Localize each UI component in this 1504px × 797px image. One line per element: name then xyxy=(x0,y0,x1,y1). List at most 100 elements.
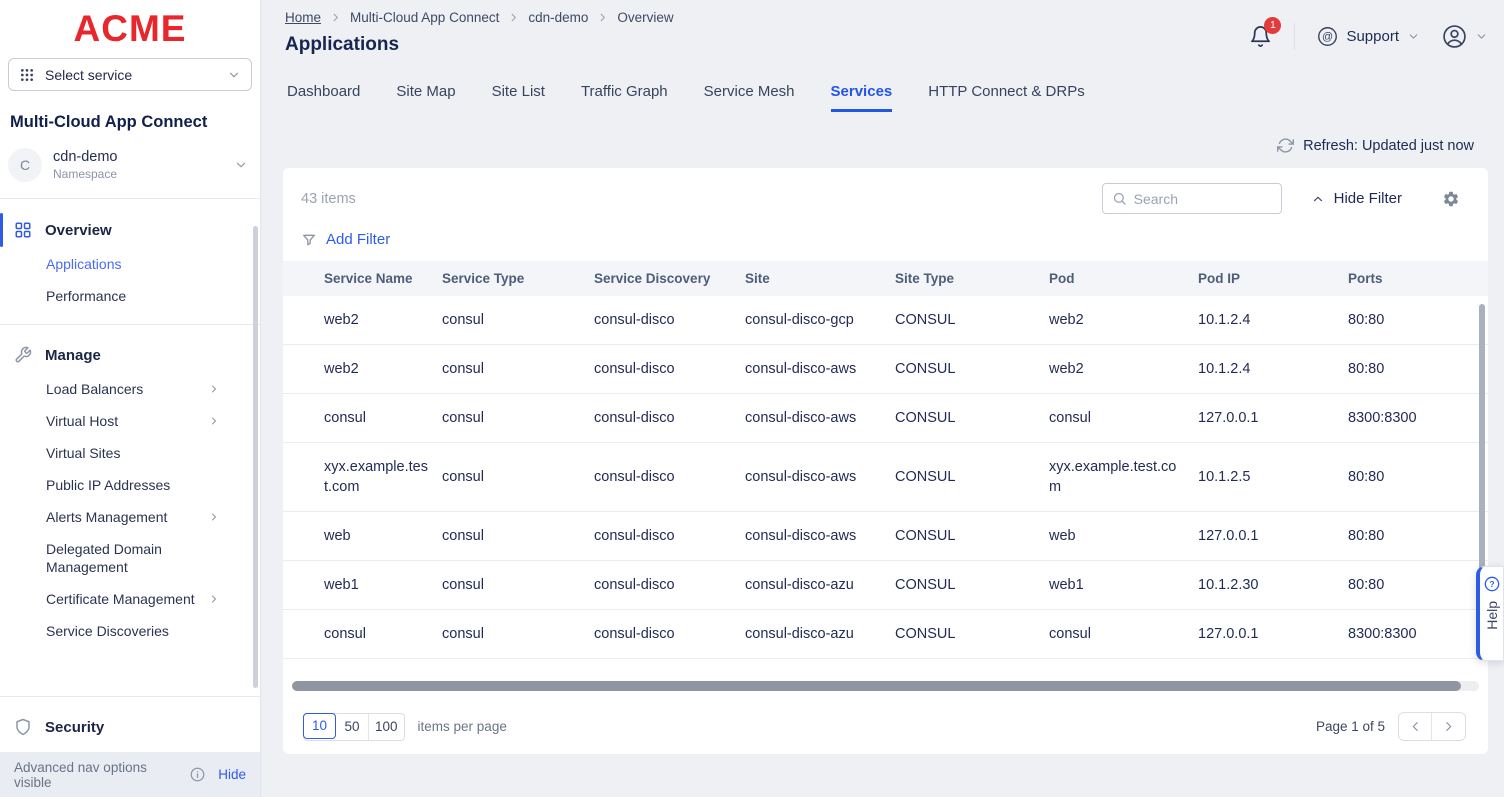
namespace-avatar: C xyxy=(8,148,42,182)
chevron-right-icon xyxy=(208,415,220,427)
next-page-button[interactable] xyxy=(1432,713,1465,740)
chevron-down-icon xyxy=(1475,30,1488,43)
table-cell: 127.0.0.1 xyxy=(1198,512,1348,561)
column-header: Service Discovery xyxy=(594,261,745,296)
column-header: Pod IP xyxy=(1198,261,1348,296)
table-header: Service Name Service Type Service Discov… xyxy=(283,261,1488,296)
sidebar-item-delegated-domain-management[interactable]: Delegated Domain Management xyxy=(0,533,240,583)
breadcrumb-item[interactable]: cdn-demo xyxy=(528,10,588,25)
tab-traffic-graph[interactable]: Traffic Graph xyxy=(581,83,668,112)
table-cell: consul-disco xyxy=(594,345,745,394)
table-cell: consul-disco xyxy=(594,610,745,659)
column-header: Ports xyxy=(1348,261,1488,296)
chevron-down-icon xyxy=(1407,30,1420,43)
page-size-10[interactable]: 10 xyxy=(303,713,336,739)
table-cell: web xyxy=(1049,512,1198,561)
panel-header: 43 items Hide Filter xyxy=(283,168,1488,214)
account-menu[interactable] xyxy=(1442,24,1488,49)
security-block: Security xyxy=(0,684,260,752)
refresh-icon[interactable] xyxy=(1277,137,1294,154)
table-cell: consul-disco-gcp xyxy=(745,296,895,345)
tab-bar: Dashboard Site Map Site List Traffic Gra… xyxy=(261,56,1504,112)
hide-nav-link[interactable]: Hide xyxy=(218,767,246,782)
table-cell: consul xyxy=(442,443,594,512)
shield-icon xyxy=(14,718,32,736)
sidebar-item-applications[interactable]: Applications xyxy=(0,248,240,280)
table-cell: consul xyxy=(442,296,594,345)
divider xyxy=(0,324,260,325)
table-cell: 127.0.0.1 xyxy=(1198,610,1348,659)
select-service-dropdown[interactable]: Select service xyxy=(8,58,252,91)
sidebar-item-virtual-sites[interactable]: Virtual Sites xyxy=(0,437,240,469)
namespace-selector[interactable]: C cdn-demo Namespace xyxy=(0,144,260,199)
notifications-button[interactable]: 1 xyxy=(1249,25,1272,48)
hide-filter-button[interactable]: Hide Filter xyxy=(1311,190,1402,207)
table-cell: consul-disco-azu xyxy=(745,610,895,659)
column-header: Site xyxy=(745,261,895,296)
info-icon xyxy=(190,767,205,782)
search-icon xyxy=(1112,191,1127,206)
table-cell: web1 xyxy=(283,561,442,610)
sidebar-section-overview[interactable]: Overview xyxy=(0,212,260,248)
search-box xyxy=(1102,183,1282,214)
user-icon xyxy=(1442,24,1467,49)
table-cell: consul-disco-azu xyxy=(745,561,895,610)
page-size-100[interactable]: 100 xyxy=(369,714,404,740)
notification-badge: 1 xyxy=(1264,17,1281,34)
tab-site-list[interactable]: Site List xyxy=(492,83,545,112)
breadcrumb-item[interactable]: Overview xyxy=(617,10,673,25)
table-row: consulconsulconsul-discoconsul-disco-azu… xyxy=(283,610,1488,659)
table-cell: consul xyxy=(442,561,594,610)
sidebar-scrollbar[interactable] xyxy=(253,226,258,688)
items-count: 43 items xyxy=(301,191,356,207)
sidebar-item-load-balancers[interactable]: Load Balancers xyxy=(0,373,240,405)
table-horizontal-scrollbar[interactable] xyxy=(292,681,1479,691)
table-cell: consul xyxy=(442,345,594,394)
tab-services[interactable]: Services xyxy=(831,83,893,112)
search-input[interactable] xyxy=(1134,191,1264,207)
breadcrumb-home[interactable]: Home xyxy=(285,10,321,25)
table-cell: web xyxy=(283,512,442,561)
section-label: Manage xyxy=(45,347,101,364)
sidebar-item-certificate-management[interactable]: Certificate Management xyxy=(0,583,240,615)
table-cell: consul-disco xyxy=(594,512,745,561)
sidebar-item-alerts-management[interactable]: Alerts Management xyxy=(0,501,240,533)
help-tab[interactable]: ? Help xyxy=(1476,566,1504,661)
table-cell: 8300:8300 xyxy=(1348,610,1488,659)
item-label: Load Balancers xyxy=(46,380,143,398)
support-menu[interactable]: @ Support xyxy=(1317,26,1420,47)
refresh-row: Refresh: Updated just now xyxy=(261,112,1504,154)
sidebar-section-security[interactable]: Security xyxy=(0,709,260,752)
tab-http-connect-drps[interactable]: HTTP Connect & DRPs xyxy=(928,83,1084,112)
tab-dashboard[interactable]: Dashboard xyxy=(287,83,360,112)
table-cell: consul-disco-aws xyxy=(745,512,895,561)
table-cell: CONSUL xyxy=(895,296,1049,345)
table-cell: web1 xyxy=(1049,561,1198,610)
column-header: Site Type xyxy=(895,261,1049,296)
tab-service-mesh[interactable]: Service Mesh xyxy=(704,83,795,112)
column-header: Service Name xyxy=(283,261,442,296)
sidebar-item-virtual-host[interactable]: Virtual Host xyxy=(0,405,240,437)
table-cell: consul xyxy=(442,610,594,659)
table-cell: consul-disco xyxy=(594,296,745,345)
sidebar-section-manage[interactable]: Manage xyxy=(0,337,260,373)
namespace-name: cdn-demo xyxy=(53,149,117,165)
sidebar-nav: Overview Applications Performance Manage… xyxy=(0,199,260,647)
chevron-up-icon xyxy=(1311,192,1325,206)
svg-text:?: ? xyxy=(1489,579,1494,589)
tab-site-map[interactable]: Site Map xyxy=(396,83,455,112)
sidebar-item-service-discoveries[interactable]: Service Discoveries xyxy=(0,615,240,647)
sidebar-item-public-ip-addresses[interactable]: Public IP Addresses xyxy=(0,469,240,501)
chevron-right-icon xyxy=(597,12,608,23)
add-filter-button[interactable]: Add Filter xyxy=(326,231,390,248)
wrench-icon xyxy=(14,346,32,364)
sidebar-item-performance[interactable]: Performance xyxy=(0,280,240,312)
scrollbar-thumb[interactable] xyxy=(292,681,1461,691)
gear-icon[interactable] xyxy=(1442,190,1460,208)
breadcrumb-item[interactable]: Multi-Cloud App Connect xyxy=(350,10,499,25)
page-size-50[interactable]: 50 xyxy=(336,714,369,740)
table-cell: xyx.example.test.com xyxy=(283,443,442,512)
table-cell: 80:80 xyxy=(1348,345,1488,394)
table-cell: consul xyxy=(1049,610,1198,659)
previous-page-button[interactable] xyxy=(1399,713,1432,740)
